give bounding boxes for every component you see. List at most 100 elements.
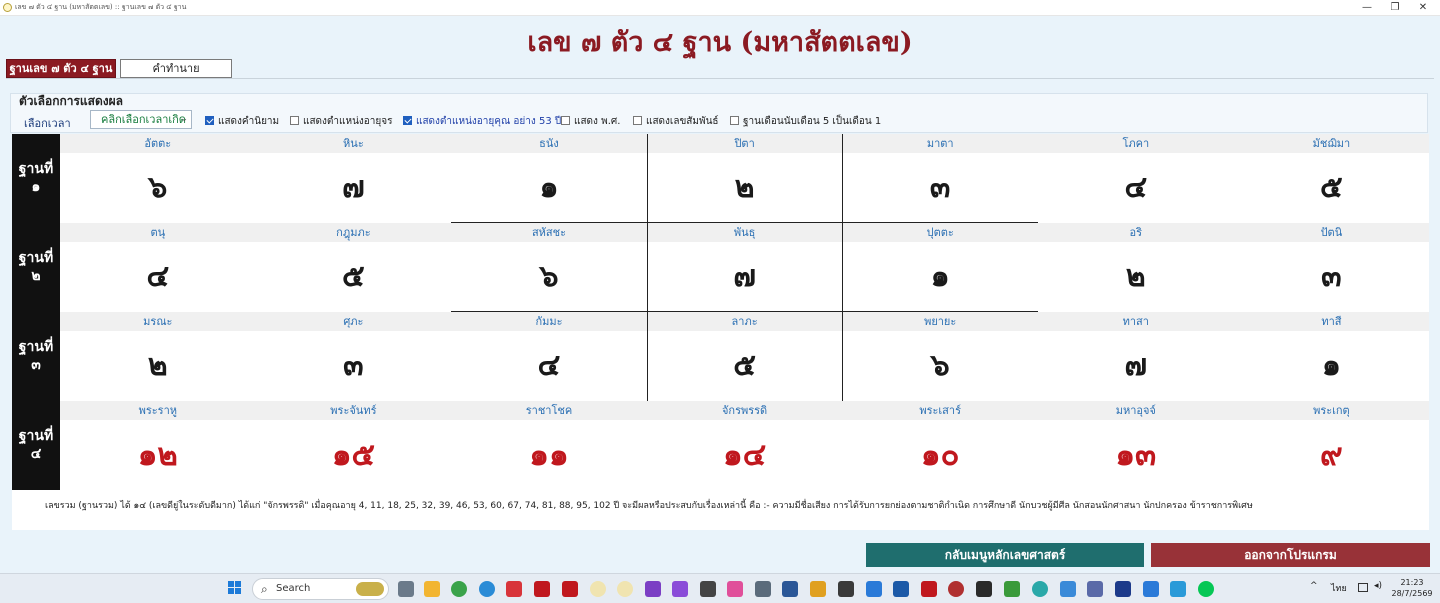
app-sky-icon[interactable] [1170, 581, 1186, 597]
visual-studio-icon[interactable] [645, 581, 661, 597]
speaker-icon[interactable]: ◂) [1374, 581, 1382, 591]
checkbox-box[interactable] [633, 116, 642, 125]
cell-number: ๓ [343, 348, 364, 383]
cell-number: ๑๑ [529, 437, 569, 473]
cell-name: พยายะ [842, 312, 1038, 331]
cell-number: ๖ [148, 170, 168, 205]
cell-name: พันธุ [646, 223, 843, 242]
cell-number: ๔ [146, 259, 170, 294]
thai-app-2-icon[interactable] [562, 581, 578, 597]
cell-name: พระจันทร์ [255, 401, 452, 420]
clock-app-2-icon[interactable] [617, 581, 633, 597]
page-title: เลข ๗ ตัว ๔ ฐาน (มหาสัตตเลข) [527, 27, 913, 58]
checkbox-show-be-year[interactable]: แสดง พ.ศ. [561, 114, 620, 129]
row-label-text: ฐานที่ [18, 339, 54, 355]
row-label-number: ๔ [30, 446, 42, 462]
monitor-icon[interactable] [1358, 583, 1368, 592]
cell-name: มรณะ [60, 312, 256, 331]
checkbox-box[interactable] [205, 116, 214, 125]
tab-prediction[interactable]: คำทำนาย [120, 59, 232, 78]
checkbox-month-base[interactable]: ฐานเดือนนับเดือน 5 เป็นเดือน 1 [730, 114, 881, 129]
birth-time-select[interactable]: คลิกเลือกเวลาเกิด ⌄ [90, 110, 192, 129]
cell-name: พระเกตุ [1233, 401, 1430, 420]
cell-name: มหาอุจจ์ [1038, 401, 1234, 420]
search-placeholder: Search [276, 583, 311, 594]
tray-chevron-icon[interactable]: ^ [1310, 581, 1318, 591]
cell-number: ๑ [1321, 348, 1341, 383]
clock-app-icon[interactable] [590, 581, 606, 597]
cell-name: มัชฌิมา [1233, 134, 1430, 153]
cell-name: ราชาโชค [451, 401, 647, 420]
chatgpt-icon[interactable] [700, 581, 716, 597]
checkbox-box[interactable] [290, 116, 299, 125]
app-blue-icon[interactable] [782, 581, 798, 597]
row-label-number: ๒ [31, 268, 41, 284]
taskbar-search[interactable]: ⌕ Search [252, 578, 389, 600]
checkbox-show-transit-age[interactable]: แสดงตำแหน่งอายุจร [290, 114, 393, 129]
start-button[interactable] [228, 581, 242, 595]
app-navy-icon[interactable] [1115, 581, 1131, 597]
app-gear-icon[interactable] [1060, 581, 1076, 597]
checkbox-box[interactable] [730, 116, 739, 125]
cell-name: ลาภะ [646, 312, 843, 331]
word-icon[interactable] [893, 581, 909, 597]
app-dark-icon[interactable] [976, 581, 992, 597]
display-options-panel: ตัวเลือกการแสดงผล เลือกเวลา คลิกเลือกเวล… [10, 93, 1428, 133]
maximize-button[interactable]: ❐ [1381, 0, 1409, 16]
photos-icon[interactable] [727, 581, 743, 597]
back-to-menu-button[interactable]: กลับเมนูหลักเลขศาสตร์ [866, 543, 1144, 567]
exit-program-button[interactable]: ออกจากโปรแกรม [1151, 543, 1430, 567]
calculator-icon[interactable] [755, 581, 771, 597]
cell-number: ๔ [1124, 170, 1148, 205]
checkbox-box[interactable] [561, 116, 570, 125]
app-pen-icon[interactable] [1143, 581, 1159, 597]
row-label-text: ฐานที่ [18, 250, 54, 266]
search-icon: ⌕ [261, 582, 268, 596]
minimize-button[interactable]: — [1353, 0, 1381, 16]
row-label-1: ฐานที่๑ [12, 134, 60, 223]
checkbox-show-definition[interactable]: แสดงคำนิยาม [205, 114, 279, 129]
file-explorer-icon[interactable] [424, 581, 440, 597]
app-green-icon[interactable] [1004, 581, 1020, 597]
cell-name: กัมมะ [451, 312, 647, 331]
tab-base-numbers[interactable]: ฐานเลข ๗ ตัว ๔ ฐาน [6, 59, 116, 78]
cell-number: ๒ [147, 348, 168, 383]
tab-divider [6, 78, 1434, 79]
cell-number: ๕ [342, 259, 365, 294]
cell-name: สหัสชะ [451, 223, 647, 242]
task-view-icon[interactable] [398, 581, 414, 597]
row-label-number: ๑ [31, 179, 41, 195]
settings-icon[interactable] [810, 581, 826, 597]
checkbox-label: ฐานเดือนนับเดือน 5 เป็นเดือน 1 [743, 116, 882, 127]
checkbox-label: แสดงคำนิยาม [218, 116, 280, 127]
edge-icon[interactable] [479, 581, 495, 597]
vscode-icon[interactable] [672, 581, 688, 597]
checkbox-box[interactable] [403, 116, 412, 125]
language-indicator[interactable]: ไทย [1331, 581, 1347, 595]
summary-panel: เลขรวม (ฐานรวม) ได้ ๑๔ (เลขดียู่ในระดับด… [12, 490, 1429, 530]
cell-name: ปิตา [646, 134, 843, 153]
app-window-icon[interactable] [1087, 581, 1103, 597]
chrome-icon[interactable] [451, 581, 467, 597]
notepad-icon[interactable] [866, 581, 882, 597]
cell-number: ๒ [1125, 259, 1146, 294]
terminal-icon[interactable] [838, 581, 854, 597]
app-circle-icon[interactable] [948, 581, 964, 597]
cell-number: ๑ [930, 259, 950, 294]
cell-name: หินะ [255, 134, 452, 153]
checkbox-show-your-age[interactable]: แสดงตำแหน่งอายุคุณ อย่าง 53 ปี [403, 114, 561, 129]
app-red-icon[interactable] [506, 581, 522, 597]
summary-text: เลขรวม (ฐานรวม) ได้ ๑๔ (เลขดียู่ในระดับด… [45, 501, 1253, 511]
cell-number: ๑๕ [331, 437, 375, 473]
taskbar-clock[interactable]: 21:23 28/7/2569 [1386, 577, 1438, 599]
birth-time-value: คลิกเลือกเวลาเกิด [101, 113, 186, 126]
cell-number: ๖ [539, 259, 559, 294]
cell-number: ๒ [734, 170, 755, 205]
line-icon[interactable] [1198, 581, 1214, 597]
checkbox-show-related-numbers[interactable]: แสดงเลขสัมพันธ์ [633, 114, 719, 129]
app-teal-icon[interactable] [1032, 581, 1048, 597]
cell-name: จักรพรรดิ [646, 401, 843, 420]
thai-app-icon[interactable] [534, 581, 550, 597]
thai-app-3-icon[interactable] [921, 581, 937, 597]
close-button[interactable]: ✕ [1409, 0, 1437, 16]
